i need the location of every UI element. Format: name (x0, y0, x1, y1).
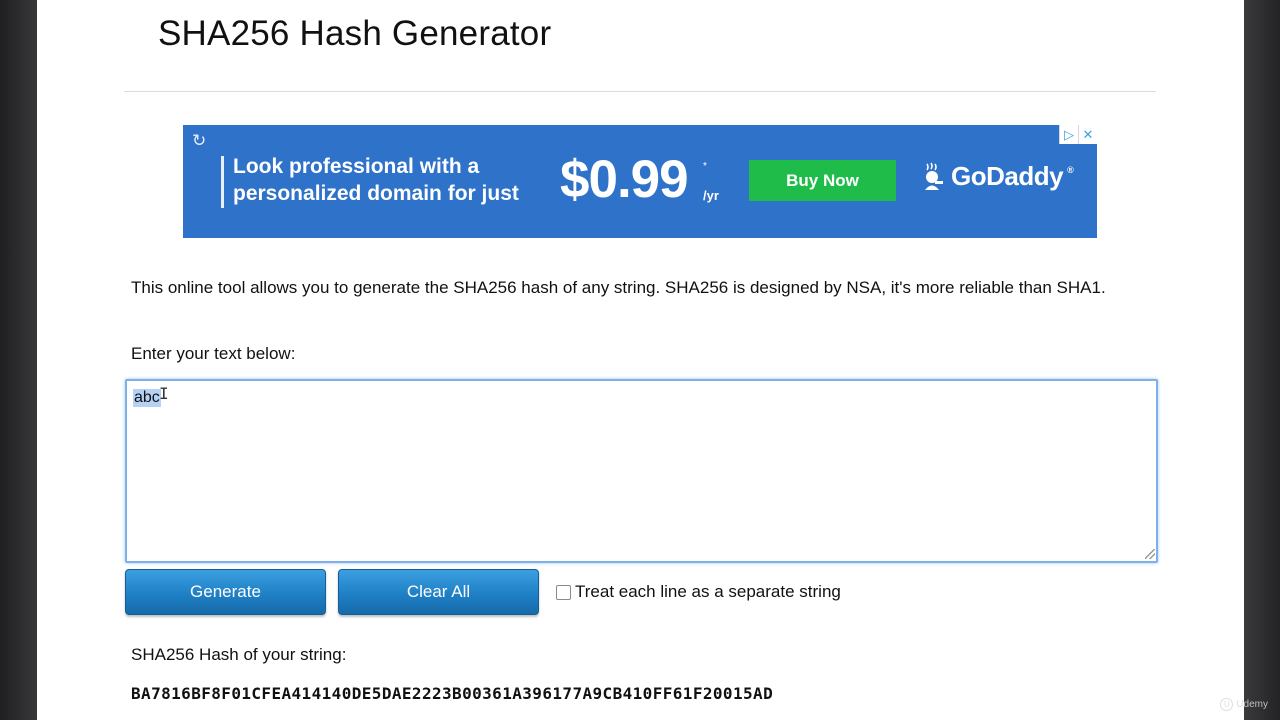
ad-price-unit: /yr (703, 188, 719, 203)
title-divider (124, 91, 1156, 92)
page-content: SHA256 Hash Generator ↻ Look professiona… (37, 0, 1244, 720)
godaddy-guy-icon (925, 162, 943, 190)
udemy-watermark-text: Udemy (1236, 699, 1268, 710)
trademark-symbol: ® (1067, 165, 1074, 175)
ad-choices[interactable]: ▷ ✕ (1059, 125, 1097, 144)
tool-description: This online tool allows you to generate … (131, 278, 1106, 297)
input-label: Enter your text below: (131, 344, 296, 363)
separate-lines-checkbox[interactable] (556, 585, 571, 600)
ad-headline-line1: Look professional with a (233, 155, 480, 178)
refresh-icon[interactable]: ↻ (192, 132, 206, 149)
resize-handle-icon[interactable] (1145, 549, 1155, 559)
ad-headline: Look professional with a personalized do… (233, 153, 519, 207)
separate-lines-label[interactable]: Treat each line as a separate string (575, 582, 841, 602)
right-frame-edge (1244, 0, 1280, 720)
adchoices-icon[interactable]: ▷ (1059, 125, 1078, 144)
close-icon[interactable]: ✕ (1078, 125, 1097, 144)
ad-price: $0.99 (560, 150, 689, 209)
text-cursor-icon: I (159, 384, 169, 403)
godaddy-logo[interactable]: GoDaddy ® (921, 161, 1074, 192)
input-text-selected[interactable]: abc (133, 389, 161, 407)
result-hash: BA7816BF8F01CFEA414140DE5DAE2223B00361A3… (131, 684, 774, 703)
buy-now-button[interactable]: Buy Now (749, 160, 896, 201)
udemy-logo-icon: U (1220, 698, 1234, 711)
result-label: SHA256 Hash of your string: (131, 645, 347, 664)
text-input-area[interactable] (125, 379, 1158, 563)
left-frame-edge (0, 0, 37, 720)
ad-banner[interactable]: ↻ Look professional with a personalized … (183, 125, 1097, 238)
ad-headline-line2: personalized domain for just (233, 182, 519, 205)
udemy-watermark: U Udemy (1220, 698, 1268, 711)
godaddy-wordmark: GoDaddy (951, 161, 1064, 191)
ad-price-asterisk: * (703, 161, 707, 172)
ad-divider-bar (221, 156, 224, 208)
page-title: SHA256 Hash Generator (158, 14, 552, 53)
generate-button[interactable]: Generate (125, 569, 326, 615)
clear-all-button[interactable]: Clear All (338, 569, 539, 615)
